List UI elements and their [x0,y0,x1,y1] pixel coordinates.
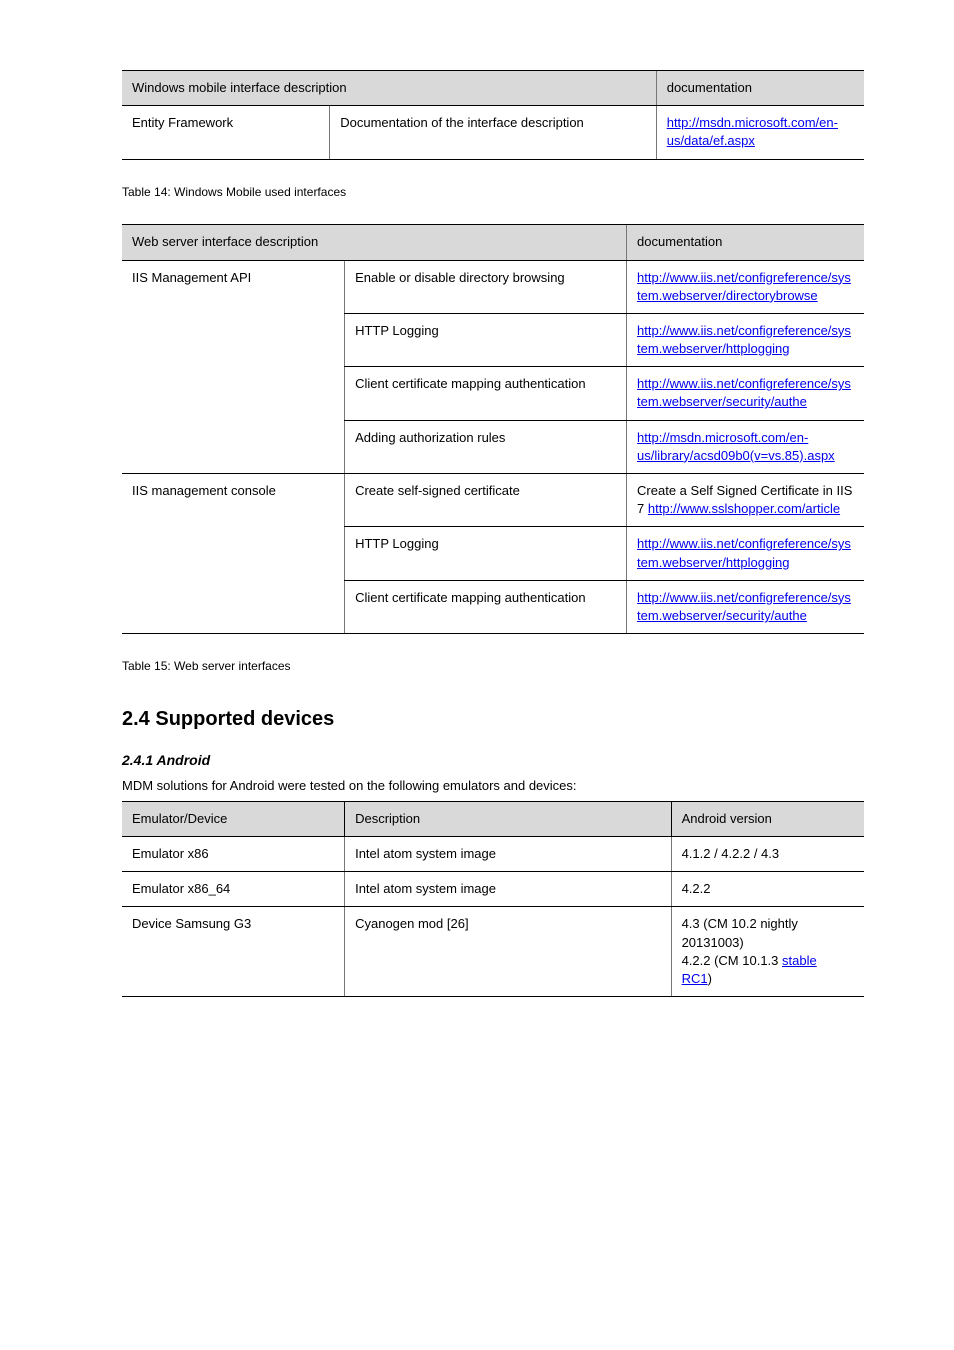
table16-r3-stable-link[interactable]: stable [782,953,817,968]
table16-r2-c3: 4.2.2 [671,872,864,907]
table15-r5-c2: Create self-signed certificate [345,474,627,527]
table15-r5-c3: Create a Self Signed Certificate in IIS … [627,474,864,527]
table16-r1-c2: Intel atom system image [345,836,671,871]
table14-r1-c1: Entity Framework [122,106,330,159]
table16-h2: Description [345,801,671,836]
table15-r4-link2[interactable]: us/library/acsd09b0(v=vs.85).aspx [637,448,835,463]
table15-r4-c3: http://msdn.microsoft.com/en- us/library… [627,420,864,473]
table16-r2-c1: Emulator x86_64 [122,872,345,907]
table15-caption: Table 15: Web server interfaces [122,658,864,675]
table15-r2-link[interactable]: http://www.iis.net/configreference/syste… [637,323,851,356]
table16-r3-c2: Cyanogen mod [26] [345,907,671,997]
table15-header-right: documentation [627,225,864,260]
table16-r3-c3-line3-suffix: ) [708,971,712,986]
table15-r1-link[interactable]: http://www.iis.net/configreference/syste… [637,270,851,303]
table16-r3-c3-line2-text: 4.2.2 (CM 10.1.3 [682,953,782,968]
table15-header-left: Web server interface description [122,225,627,260]
table15-r3-c2: Client certificate mapping authenticatio… [345,367,627,420]
table16-r2-c2: Intel atom system image [345,872,671,907]
table15-r2-c3: http://www.iis.net/configreference/syste… [627,313,864,366]
table15-r1-c3: http://www.iis.net/configreference/syste… [627,260,864,313]
table15-r4-link1[interactable]: http://msdn.microsoft.com/en- [637,430,808,445]
table15-r7-link[interactable]: http://www.iis.net/configreference/syste… [637,590,851,623]
table14-r1-c2: Documentation of the interface descripti… [330,106,656,159]
table-android-devices: Emulator/Device Description Android vers… [122,801,864,997]
table16-r3-c3: 4.3 (CM 10.2 nightly 20131003) 4.2.2 (CM… [671,907,864,997]
table15-r4-c2: Adding authorization rules [345,420,627,473]
table15-r1-c1: IIS Management API [122,260,345,474]
table16-r3-c1: Device Samsung G3 [122,907,345,997]
table15-r7-c2: Client certificate mapping authenticatio… [345,580,627,633]
heading-android: 2.4.1 Android [122,751,864,771]
table15-r3-link[interactable]: http://www.iis.net/configreference/syste… [637,376,851,409]
table14-r1-c3: http://msdn.microsoft.com/en-us/data/ef.… [656,106,864,159]
table15-r1-c2: Enable or disable directory browsing [345,260,627,313]
table15-r7-c3: http://www.iis.net/configreference/syste… [627,580,864,633]
table-windows-mobile: Windows mobile interface description doc… [122,70,864,160]
table14-caption: Table 14: Windows Mobile used interfaces [122,184,864,201]
heading-supported-devices: 2.4 Supported devices [122,705,864,733]
table16-r3-c3-line1: 4.3 (CM 10.2 nightly 20131003) [682,916,798,949]
table16-r3-rc1-link[interactable]: RC1 [682,971,708,986]
table16-r1-c3: 4.1.2 / 4.2.2 / 4.3 [671,836,864,871]
table15-r6-link[interactable]: http://www.iis.net/configreference/syste… [637,536,851,569]
table15-r5-link[interactable]: http://www.sslshopper.com/article [648,501,840,516]
table16-h1: Emulator/Device [122,801,345,836]
table16-r1-c1: Emulator x86 [122,836,345,871]
table15-r6-c2: HTTP Logging [345,527,627,580]
table14-header-right: documentation [656,71,864,106]
table14-r1-link[interactable]: http://msdn.microsoft.com/en-us/data/ef.… [667,115,838,148]
table15-r5-c1: IIS management console [122,474,345,634]
table14-header-left: Windows mobile interface description [122,71,656,106]
table16-h3: Android version [671,801,864,836]
table-web-server: Web server interface description documen… [122,224,864,634]
table15-r6-c3: http://www.iis.net/configreference/syste… [627,527,864,580]
table15-r3-c3: http://www.iis.net/configreference/syste… [627,367,864,420]
android-intro-text: MDM solutions for Android were tested on… [122,777,864,795]
table15-r2-c2: HTTP Logging [345,313,627,366]
